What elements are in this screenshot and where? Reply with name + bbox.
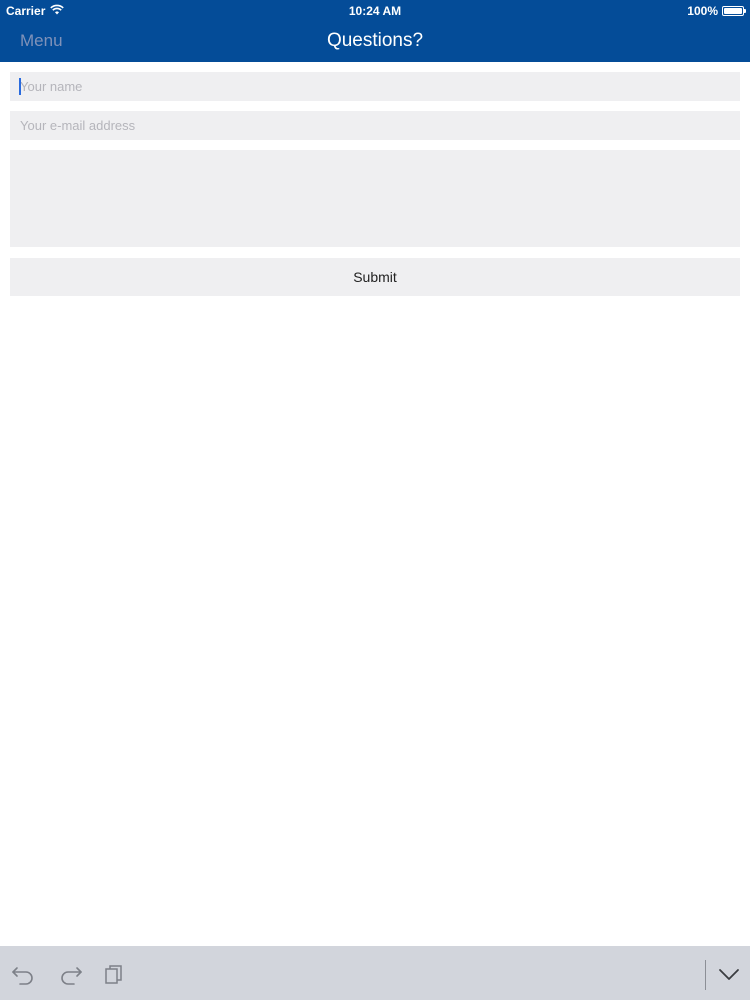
navigation-bar: Menu Questions? (0, 22, 750, 62)
toolbar-divider (705, 960, 706, 990)
message-textarea[interactable] (10, 150, 740, 247)
page-title: Questions? (326, 30, 424, 51)
undo-icon[interactable] (11, 963, 37, 985)
paste-icon[interactable] (103, 963, 129, 985)
text-cursor (19, 78, 21, 95)
redo-icon[interactable] (57, 963, 83, 985)
battery-group: 100% (687, 4, 746, 18)
keyboard-toolbar (0, 946, 750, 1000)
email-input[interactable] (10, 111, 740, 140)
status-time: 10:24 AM (348, 4, 402, 18)
name-input[interactable] (10, 72, 740, 101)
status-bar: Carrier 10:24 AM 100% (0, 0, 750, 22)
battery-icon (722, 6, 746, 16)
submit-button[interactable]: Submit (10, 258, 740, 296)
battery-percentage: 100% (687, 4, 718, 18)
chevron-down-icon[interactable] (716, 963, 742, 985)
